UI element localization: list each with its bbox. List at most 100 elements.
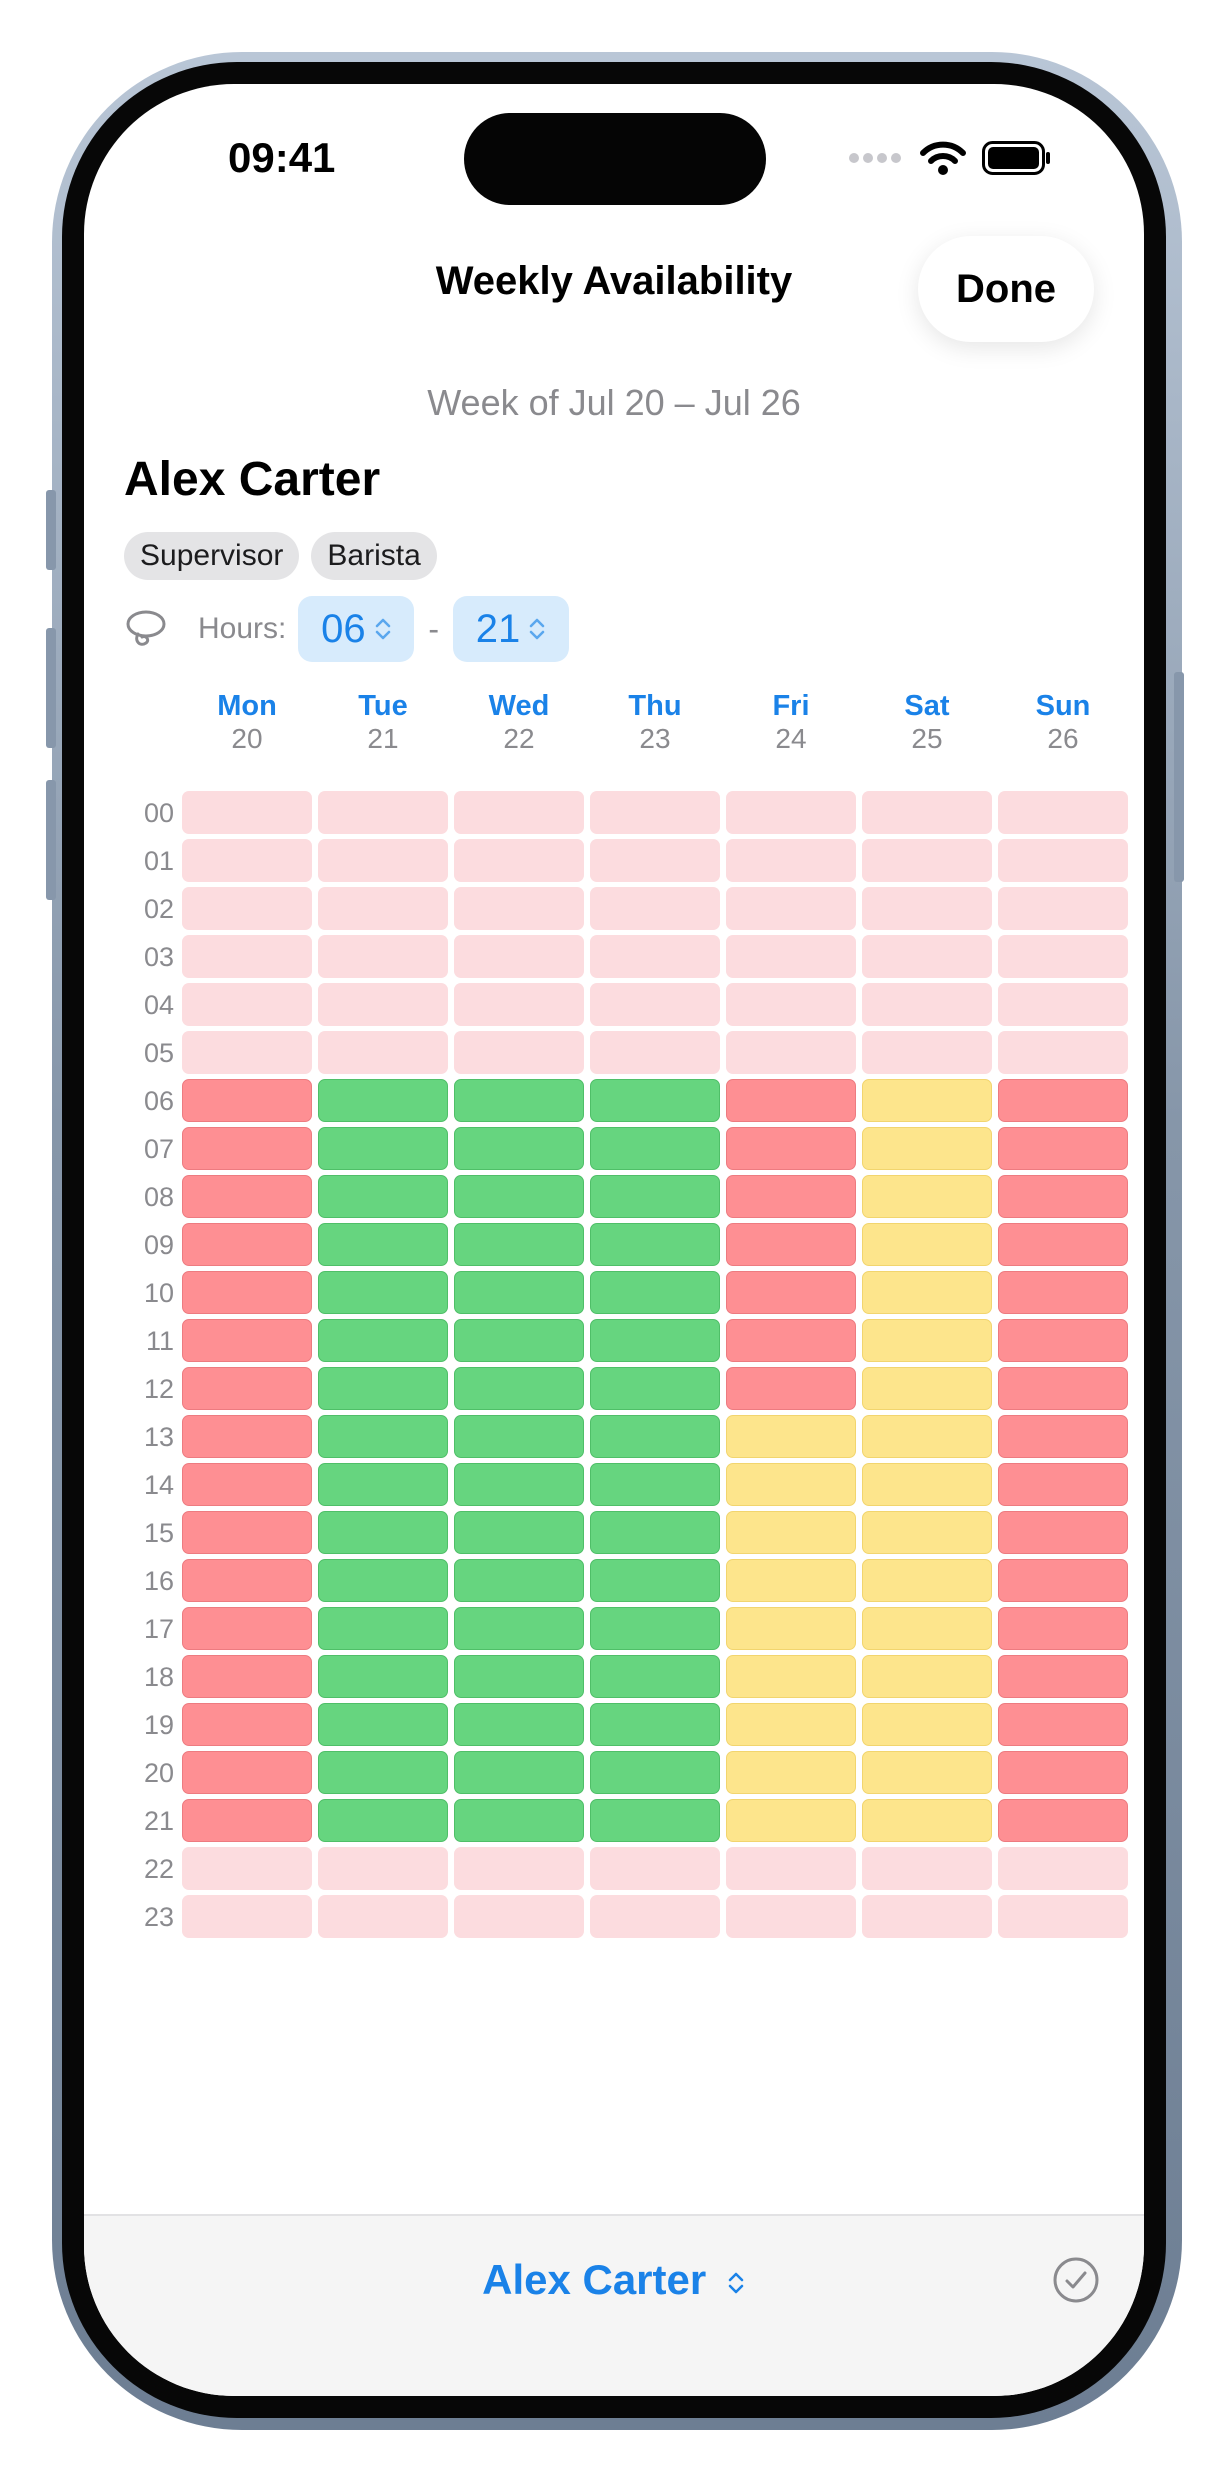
availability-cell-thu-23[interactable]: [590, 1895, 720, 1938]
availability-cell-sun-03[interactable]: [998, 935, 1128, 978]
availability-cell-mon-14[interactable]: [182, 1463, 312, 1506]
availability-cell-thu-17[interactable]: [590, 1607, 720, 1650]
availability-cell-tue-13[interactable]: [318, 1415, 448, 1458]
availability-cell-sun-12[interactable]: [998, 1367, 1128, 1410]
day-header-tue[interactable]: Tue 21: [318, 690, 448, 756]
availability-cell-mon-04[interactable]: [182, 983, 312, 1026]
availability-cell-mon-23[interactable]: [182, 1895, 312, 1938]
availability-cell-mon-15[interactable]: [182, 1511, 312, 1554]
availability-cell-sun-04[interactable]: [998, 983, 1128, 1026]
availability-cell-sun-08[interactable]: [998, 1175, 1128, 1218]
availability-cell-thu-04[interactable]: [590, 983, 720, 1026]
availability-cell-fri-07[interactable]: [726, 1127, 856, 1170]
availability-cell-thu-19[interactable]: [590, 1703, 720, 1746]
availability-cell-wed-19[interactable]: [454, 1703, 584, 1746]
availability-cell-wed-01[interactable]: [454, 839, 584, 882]
availability-cell-wed-11[interactable]: [454, 1319, 584, 1362]
availability-cell-fri-03[interactable]: [726, 935, 856, 978]
availability-cell-tue-08[interactable]: [318, 1175, 448, 1218]
availability-cell-sun-02[interactable]: [998, 887, 1128, 930]
availability-cell-mon-12[interactable]: [182, 1367, 312, 1410]
availability-cell-wed-23[interactable]: [454, 1895, 584, 1938]
availability-cell-sat-05[interactable]: [862, 1031, 992, 1074]
availability-cell-fri-06[interactable]: [726, 1079, 856, 1122]
availability-cell-mon-20[interactable]: [182, 1751, 312, 1794]
availability-cell-wed-18[interactable]: [454, 1655, 584, 1698]
availability-cell-mon-03[interactable]: [182, 935, 312, 978]
availability-cell-thu-22[interactable]: [590, 1847, 720, 1890]
day-header-thu[interactable]: Thu 23: [590, 690, 720, 756]
availability-cell-tue-00[interactable]: [318, 791, 448, 834]
day-header-mon[interactable]: Mon 20: [182, 690, 312, 756]
availability-cell-sun-19[interactable]: [998, 1703, 1128, 1746]
availability-cell-fri-05[interactable]: [726, 1031, 856, 1074]
availability-cell-sat-19[interactable]: [862, 1703, 992, 1746]
availability-cell-thu-07[interactable]: [590, 1127, 720, 1170]
availability-cell-tue-04[interactable]: [318, 983, 448, 1026]
availability-cell-sun-00[interactable]: [998, 791, 1128, 834]
availability-cell-wed-08[interactable]: [454, 1175, 584, 1218]
availability-cell-sun-23[interactable]: [998, 1895, 1128, 1938]
availability-cell-mon-08[interactable]: [182, 1175, 312, 1218]
availability-cell-sat-03[interactable]: [862, 935, 992, 978]
availability-cell-tue-05[interactable]: [318, 1031, 448, 1074]
availability-cell-wed-06[interactable]: [454, 1079, 584, 1122]
availability-cell-fri-19[interactable]: [726, 1703, 856, 1746]
availability-cell-sun-01[interactable]: [998, 839, 1128, 882]
availability-cell-sat-20[interactable]: [862, 1751, 992, 1794]
availability-cell-mon-16[interactable]: [182, 1559, 312, 1602]
availability-cell-tue-16[interactable]: [318, 1559, 448, 1602]
availability-cell-tue-21[interactable]: [318, 1799, 448, 1842]
end-hour-picker[interactable]: 21: [453, 596, 570, 662]
availability-cell-sat-16[interactable]: [862, 1559, 992, 1602]
availability-cell-sat-13[interactable]: [862, 1415, 992, 1458]
availability-cell-tue-10[interactable]: [318, 1271, 448, 1314]
day-header-fri[interactable]: Fri 24: [726, 690, 856, 756]
availability-cell-tue-06[interactable]: [318, 1079, 448, 1122]
availability-cell-sun-06[interactable]: [998, 1079, 1128, 1122]
availability-cell-sat-01[interactable]: [862, 839, 992, 882]
availability-cell-tue-11[interactable]: [318, 1319, 448, 1362]
availability-cell-sun-10[interactable]: [998, 1271, 1128, 1314]
availability-cell-sat-10[interactable]: [862, 1271, 992, 1314]
availability-cell-fri-16[interactable]: [726, 1559, 856, 1602]
availability-cell-tue-09[interactable]: [318, 1223, 448, 1266]
availability-cell-wed-22[interactable]: [454, 1847, 584, 1890]
availability-cell-thu-08[interactable]: [590, 1175, 720, 1218]
availability-cell-mon-10[interactable]: [182, 1271, 312, 1314]
done-button[interactable]: Done: [918, 236, 1094, 342]
availability-cell-fri-14[interactable]: [726, 1463, 856, 1506]
availability-cell-fri-13[interactable]: [726, 1415, 856, 1458]
availability-cell-wed-09[interactable]: [454, 1223, 584, 1266]
availability-cell-wed-14[interactable]: [454, 1463, 584, 1506]
availability-cell-wed-16[interactable]: [454, 1559, 584, 1602]
availability-cell-fri-11[interactable]: [726, 1319, 856, 1362]
availability-cell-tue-07[interactable]: [318, 1127, 448, 1170]
availability-cell-sat-07[interactable]: [862, 1127, 992, 1170]
availability-cell-sun-15[interactable]: [998, 1511, 1128, 1554]
availability-cell-thu-06[interactable]: [590, 1079, 720, 1122]
availability-cell-mon-01[interactable]: [182, 839, 312, 882]
availability-cell-mon-09[interactable]: [182, 1223, 312, 1266]
availability-cell-fri-20[interactable]: [726, 1751, 856, 1794]
availability-cell-wed-20[interactable]: [454, 1751, 584, 1794]
availability-cell-tue-20[interactable]: [318, 1751, 448, 1794]
availability-cell-wed-00[interactable]: [454, 791, 584, 834]
availability-cell-wed-05[interactable]: [454, 1031, 584, 1074]
availability-cell-fri-04[interactable]: [726, 983, 856, 1026]
availability-cell-sat-17[interactable]: [862, 1607, 992, 1650]
availability-cell-fri-12[interactable]: [726, 1367, 856, 1410]
availability-cell-sun-07[interactable]: [998, 1127, 1128, 1170]
availability-cell-sat-08[interactable]: [862, 1175, 992, 1218]
availability-cell-fri-02[interactable]: [726, 887, 856, 930]
availability-cell-wed-21[interactable]: [454, 1799, 584, 1842]
availability-cell-sun-18[interactable]: [998, 1655, 1128, 1698]
availability-cell-fri-00[interactable]: [726, 791, 856, 834]
employee-picker-button[interactable]: Alex Carter: [84, 2256, 1144, 2304]
availability-cell-thu-15[interactable]: [590, 1511, 720, 1554]
availability-cell-wed-12[interactable]: [454, 1367, 584, 1410]
availability-cell-tue-18[interactable]: [318, 1655, 448, 1698]
availability-cell-thu-11[interactable]: [590, 1319, 720, 1362]
availability-cell-sun-09[interactable]: [998, 1223, 1128, 1266]
availability-cell-wed-10[interactable]: [454, 1271, 584, 1314]
